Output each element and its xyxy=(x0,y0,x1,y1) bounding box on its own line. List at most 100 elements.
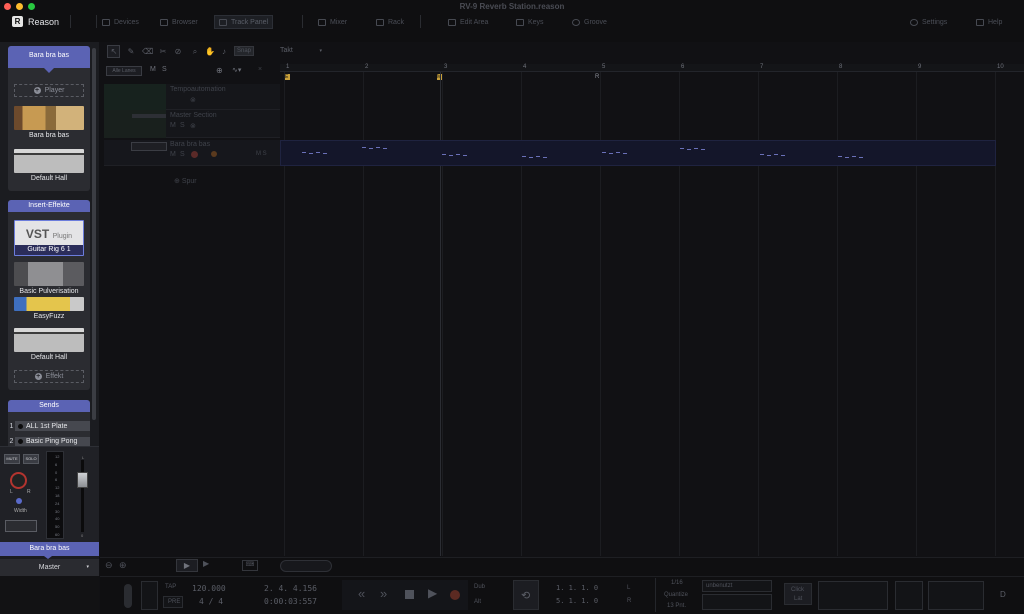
nav-groove[interactable]: Groove xyxy=(568,15,611,29)
output-routing-select[interactable]: Master ▾ xyxy=(0,559,99,576)
insert-effects-header[interactable]: Insert-Effekte xyxy=(8,200,90,212)
tap-button[interactable]: TAP xyxy=(165,584,176,590)
nav-devices[interactable]: Devices xyxy=(98,15,143,29)
midi-note[interactable] xyxy=(845,157,849,158)
automation-icon[interactable]: ⊗ xyxy=(190,122,196,130)
send-item[interactable]: 2 Basic Ping Pong xyxy=(8,437,90,446)
quantize-label[interactable]: Quantize xyxy=(664,592,688,598)
timeline-ruler[interactable] xyxy=(280,64,1024,72)
midi-note[interactable] xyxy=(362,147,366,148)
midi-note[interactable] xyxy=(529,157,533,158)
song-time-display[interactable]: 0:00:03:557 xyxy=(264,597,317,606)
eq-curve-button[interactable] xyxy=(5,520,37,532)
quantize-strength[interactable]: 13 Pnt. xyxy=(667,603,686,609)
sends-header[interactable]: Sends xyxy=(8,400,90,412)
nav-track-panel[interactable]: Track Panel xyxy=(214,15,274,29)
midi-note[interactable] xyxy=(442,154,446,155)
midi-note[interactable] xyxy=(687,149,691,150)
send-item[interactable]: 1 ALL 1st Plate xyxy=(8,420,90,432)
midi-note[interactable] xyxy=(316,152,320,153)
width-knob[interactable] xyxy=(16,498,22,504)
nav-keys[interactable]: Keys xyxy=(512,15,548,29)
mute-tool-icon[interactable]: ⊘ xyxy=(173,47,183,57)
hand-tool-icon[interactable]: ✋ xyxy=(205,47,215,57)
track-ms-mini[interactable]: M S xyxy=(256,151,267,157)
midi-note[interactable] xyxy=(449,155,453,156)
device-default-hall-insert[interactable]: Default Hall xyxy=(14,328,84,361)
click-button[interactable] xyxy=(141,581,158,610)
midi-note[interactable] xyxy=(543,157,547,158)
track-mute-button[interactable]: M xyxy=(170,151,176,158)
midi-note[interactable] xyxy=(680,148,684,149)
midi-note[interactable] xyxy=(383,148,387,149)
solo-button[interactable]: SOLO xyxy=(23,454,39,464)
loop-toggle[interactable]: ⟲ xyxy=(513,580,539,610)
nav-mixer[interactable]: Mixer xyxy=(314,15,351,29)
device-select[interactable]: unbenutzt xyxy=(702,580,772,592)
track-solo-button[interactable]: S xyxy=(180,151,185,158)
midi-note[interactable] xyxy=(852,156,856,157)
song-position-display[interactable]: 2. 4. 4.156 xyxy=(264,584,317,593)
channel-name[interactable]: Bara bra bas xyxy=(0,542,99,556)
add-track-button[interactable]: ⊕ Spur xyxy=(174,177,197,185)
midi-note[interactable] xyxy=(774,154,778,155)
midi-note[interactable] xyxy=(369,148,373,149)
all-lanes-button[interactable]: Alle Lanes xyxy=(106,66,142,76)
note-clip[interactable] xyxy=(280,140,996,166)
midi-note[interactable] xyxy=(602,152,606,153)
midi-note[interactable] xyxy=(781,155,785,156)
snap-value-select[interactable]: Takt ▾ xyxy=(280,45,324,57)
midi-note[interactable] xyxy=(456,154,460,155)
rewind-icon[interactable]: « xyxy=(358,586,365,601)
device-panel-scrollbar[interactable] xyxy=(92,48,96,420)
device-easyfuzz[interactable]: EasyFuzz xyxy=(14,297,84,320)
volume-fader-handle[interactable] xyxy=(77,472,88,488)
alt-button[interactable]: Alt xyxy=(474,599,481,605)
global-solo-button[interactable]: S xyxy=(162,66,167,73)
fast-forward-icon[interactable]: » xyxy=(380,586,387,601)
horizontal-scrollbar-thumb[interactable] xyxy=(280,560,332,572)
pencil-tool-icon[interactable]: ✎ xyxy=(126,47,136,57)
follow-song-toggle[interactable]: ▶ xyxy=(176,559,198,572)
device-default-hall[interactable]: Default Hall xyxy=(14,149,84,182)
midi-note[interactable] xyxy=(323,153,327,154)
record-icon[interactable] xyxy=(450,590,460,600)
track-mute-button[interactable]: M xyxy=(170,122,176,129)
stop-icon[interactable] xyxy=(405,590,414,599)
loop-start-display[interactable]: 1. 1. 1. 0 xyxy=(556,584,598,592)
time-signature-display[interactable]: 4 / 4 xyxy=(199,597,223,606)
automation-icon[interactable]: ⊗ xyxy=(190,96,196,104)
nav-edit-area[interactable]: Edit Area xyxy=(444,15,492,29)
midi-note[interactable] xyxy=(694,148,698,149)
nav-browser[interactable]: Browser xyxy=(156,15,202,29)
nav-help[interactable]: Help xyxy=(972,15,1006,29)
midi-note[interactable] xyxy=(859,157,863,158)
quantize-value[interactable]: 1/16 xyxy=(671,580,683,586)
midi-note[interactable] xyxy=(309,153,313,154)
midi-note[interactable] xyxy=(701,149,705,150)
keyboard-icon[interactable]: ⌨ xyxy=(242,560,258,571)
device-guitar-rig[interactable]: VST Plugin Guitar Rig 6 1 xyxy=(14,220,84,256)
speaker-tool-icon[interactable]: ♪ xyxy=(219,47,229,57)
send-enable-toggle[interactable] xyxy=(18,439,23,444)
play-icon[interactable]: ▶ xyxy=(428,586,437,600)
tempo-display[interactable]: 120.000 xyxy=(192,584,226,593)
midi-note[interactable] xyxy=(760,154,764,155)
click-audio-button[interactable]: Click Lat xyxy=(784,583,812,605)
device-bara-bra-bas[interactable]: Bara bra bas xyxy=(14,106,84,139)
scroll-right-icon[interactable]: ▶ xyxy=(203,559,209,568)
metronome-knob[interactable] xyxy=(124,584,132,608)
midi-note[interactable] xyxy=(302,152,306,153)
add-effect-button[interactable]: + Effekt xyxy=(14,370,84,383)
midi-note[interactable] xyxy=(536,156,540,157)
loop-end-display[interactable]: 5. 1. 1. 0 xyxy=(556,597,598,605)
midi-note[interactable] xyxy=(623,153,627,154)
pre-count-button[interactable]: PRE xyxy=(163,596,183,608)
mute-button[interactable]: MUTE xyxy=(4,454,20,464)
instrument-card-header[interactable]: Bara bra bas xyxy=(8,46,90,73)
monitor-button[interactable] xyxy=(211,151,217,157)
snap-toggle[interactable]: Snap xyxy=(234,46,254,56)
nav-settings[interactable]: Settings xyxy=(906,15,951,29)
eraser-tool-icon[interactable]: ⌫ xyxy=(142,47,153,57)
send-enable-toggle[interactable] xyxy=(18,423,23,429)
